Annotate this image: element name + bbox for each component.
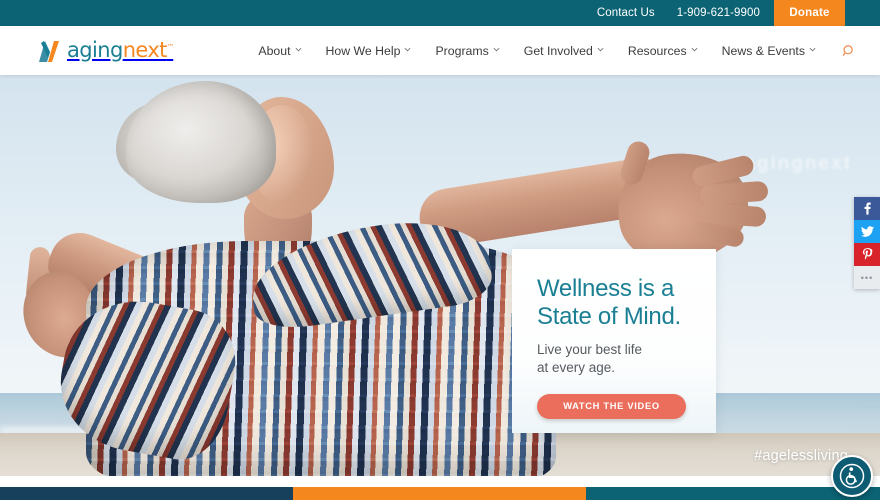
hero-subheadline-line-2: at every age.	[537, 360, 616, 376]
phone-link[interactable]: 1-909-621-9900	[677, 0, 760, 26]
top-utility-bar: Contact Us 1-909-621-9900 Donate	[0, 0, 880, 26]
nav-item-get-involved[interactable]: Get Involved	[512, 44, 616, 58]
chevron-down-icon	[404, 46, 411, 53]
top-bar-tail	[845, 0, 880, 26]
logo-word-aging: aging	[67, 38, 123, 62]
accessibility-button[interactable]	[831, 455, 873, 497]
chevron-down-icon	[597, 46, 604, 53]
footer-strip-navy	[0, 487, 293, 500]
nav-label-news-and-events: News & Events	[721, 43, 805, 58]
nav-item-about[interactable]: About	[246, 44, 313, 58]
chevron-down-icon	[493, 46, 500, 53]
footer-strip-orange	[293, 487, 586, 500]
page-root: Contact Us 1-909-621-9900 Donate agingne…	[0, 0, 880, 500]
chevron-down-icon	[809, 46, 816, 53]
twitter-share-icon[interactable]	[854, 220, 880, 243]
logo-n-mark-icon	[37, 38, 64, 64]
logo-trademark: ™	[166, 43, 174, 51]
contact-us-link[interactable]: Contact Us	[597, 0, 655, 26]
hero-section: agingnext #agelessliving	[0, 75, 880, 476]
donate-button[interactable]: Donate	[774, 0, 845, 26]
figure-right-finger	[699, 180, 769, 206]
nav-label-resources: Resources	[627, 43, 687, 58]
pinterest-share-icon[interactable]	[854, 243, 880, 266]
chevron-down-icon	[295, 46, 302, 53]
hero-subheadline-line-1: Live your best life	[537, 342, 643, 358]
social-share-rail: •••	[854, 197, 880, 289]
logo-word-next: next	[122, 38, 168, 62]
chevron-down-icon	[691, 46, 698, 53]
hero-headline-line-1: Wellness is a	[537, 275, 675, 302]
search-icon[interactable]	[828, 44, 866, 58]
wheelchair-icon	[839, 463, 865, 489]
nav-label-about: About	[258, 43, 291, 58]
nav-label-how-we-help: How We Help	[325, 43, 401, 58]
nav-item-programs[interactable]: Programs	[423, 44, 511, 58]
nav-item-resources[interactable]: Resources	[616, 44, 710, 58]
more-share-options-icon[interactable]: •••	[854, 266, 880, 289]
logo-wordmark: agingnext™	[67, 38, 174, 62]
nav-label-programs: Programs	[435, 43, 489, 58]
content-gap	[0, 476, 880, 487]
figure-hair	[126, 81, 276, 203]
hero-text-card: Wellness is a State of Mind. Live your b…	[512, 249, 716, 433]
hero-headline-line-2: State of Mind.	[537, 303, 681, 331]
nav-item-news-and-events[interactable]: News & Events	[710, 44, 828, 58]
hero-figure-woman	[0, 75, 880, 476]
nav-item-how-we-help[interactable]: How We Help	[314, 44, 424, 58]
hero-hashtag: #agelessliving	[754, 448, 848, 464]
watch-the-video-button[interactable]: WATCH THE VIDEO	[537, 393, 686, 419]
hero-background-image: agingnext	[0, 75, 880, 476]
site-logo[interactable]: agingnext™	[37, 38, 174, 64]
nav-label-get-involved: Get Involved	[523, 43, 593, 58]
hero-subheadline: Live your best life at every age.	[537, 341, 716, 377]
hero-headline: Wellness is a State of Mind.	[537, 275, 716, 331]
primary-nav: About How We Help Programs Get Involved	[246, 44, 866, 58]
main-navbar: agingnext™ About How We Help Programs Ge…	[0, 26, 880, 75]
top-utility-links: Contact Us 1-909-621-9900	[597, 0, 774, 26]
facebook-share-icon[interactable]	[854, 197, 880, 220]
